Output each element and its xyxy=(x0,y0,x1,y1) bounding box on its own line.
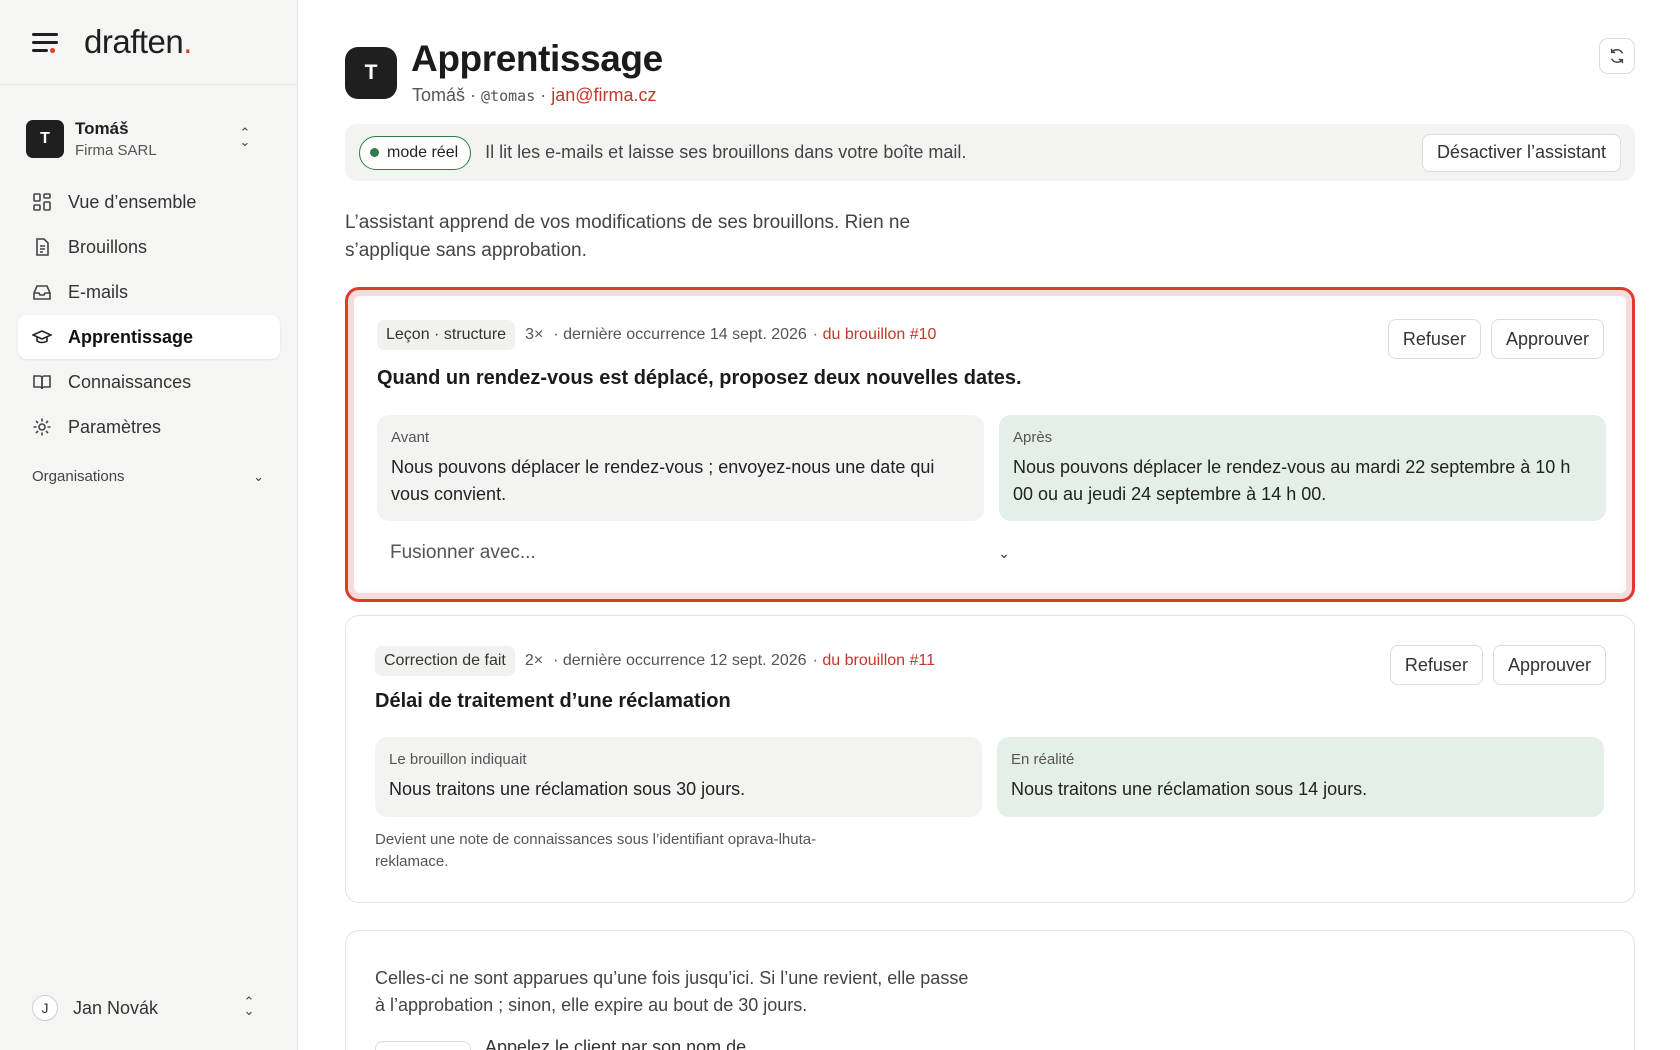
sidebar: draften. T Tomáš Firma SARL ⌃ ⌄ Vue d’ens… xyxy=(0,0,298,1050)
user-menu[interactable]: J Jan Novák ⌃ ⌄ xyxy=(32,993,272,1023)
last-occurrence: · dernière occurrence 12 sept. 2026 xyxy=(553,652,807,669)
account-switcher[interactable]: T Tomáš Firma SARL ⌃ ⌄ xyxy=(26,116,276,162)
sidebar-item-drafts[interactable]: Brouillons xyxy=(18,225,280,269)
pending-lesson-row: Appelez le client par son nom de xyxy=(375,1037,746,1050)
after-text: Nous pouvons déplacer le rendez-vous au … xyxy=(1013,457,1571,504)
source-draft-link[interactable]: · du brouillon #10 xyxy=(813,326,937,344)
status-dot-icon xyxy=(370,148,379,157)
sidebar-item-label: Vue d’ensemble xyxy=(68,191,197,212)
document-icon xyxy=(32,237,52,257)
layout-grid-icon xyxy=(32,192,52,212)
merge-select[interactable]: Fusionner avec... ⌄ xyxy=(390,536,1010,570)
before-label: Le brouillon indiquait xyxy=(389,751,527,768)
main-content: T Apprentissage Tomáš · @tomas · jan@fir… xyxy=(345,0,1635,1050)
organisations-label: Organisations xyxy=(32,468,125,485)
gear-icon xyxy=(32,417,52,437)
lesson-card: Leçon · structure 3× · dernière occurren… xyxy=(345,287,1635,602)
assistant-handle: @tomas xyxy=(481,87,536,105)
sidebar-item-label: Paramètres xyxy=(68,416,162,437)
account-name: Tomáš xyxy=(75,119,129,138)
brand-bar: draften. xyxy=(0,0,297,85)
pending-lessons-card: Celles-ci ne sont apparues qu’une fois j… xyxy=(345,930,1635,1050)
before-box: Avant Nous pouvons déplacer le rendez-vo… xyxy=(377,415,984,521)
after-box: En réalité Nous traitons une réclamation… xyxy=(997,737,1604,817)
assistant-status-bar: mode réel Il lit les e-mails et laisse s… xyxy=(345,124,1635,181)
user-name: Jan Novák xyxy=(73,997,159,1018)
after-text: Nous traitons une réclamation sous 14 jo… xyxy=(1011,779,1368,799)
correction-type-tag: Correction de fait xyxy=(375,646,515,676)
page-title: Apprentissage xyxy=(411,38,663,79)
sidebar-item-label: Brouillons xyxy=(68,236,148,257)
sidebar-item-settings[interactable]: Paramètres xyxy=(18,405,280,449)
sidebar-item-label: Apprentissage xyxy=(68,326,194,347)
assistant-email[interactable]: jan@firma.cz xyxy=(551,85,656,105)
lesson-type-tag: Leçon · structure xyxy=(377,320,516,350)
before-text: Nous pouvons déplacer le rendez-vous ; e… xyxy=(391,457,935,504)
source-draft-link[interactable]: · du brouillon #11 xyxy=(813,652,935,670)
occurrence-count: 3× xyxy=(525,326,544,343)
pending-tag xyxy=(375,1040,471,1050)
lesson-title: Quand un rendez-vous est déplacé, propos… xyxy=(377,367,1022,389)
pending-description: Celles-ci ne sont apparues qu’une fois j… xyxy=(375,968,969,1015)
sidebar-nav: Vue d’ensemble Brouillons E-mails Appren… xyxy=(18,180,280,450)
mode-badge: mode réel xyxy=(359,135,472,170)
menu-icon[interactable] xyxy=(32,31,60,53)
last-occurrence: · dernière occurrence 14 sept. 2026 xyxy=(553,326,807,343)
sidebar-item-overview[interactable]: Vue d’ensemble xyxy=(18,180,280,224)
knowledge-note: Devient une note de connaissances sous l… xyxy=(375,831,817,870)
correction-meta: Correction de fait 2× · dernière occurre… xyxy=(375,646,935,676)
account-avatar: T xyxy=(26,120,64,158)
page-avatar: T xyxy=(345,47,397,99)
approve-button[interactable]: Approuver xyxy=(1490,319,1604,359)
after-label: Après xyxy=(1013,429,1053,446)
before-box: Le brouillon indiquait Nous traitons une… xyxy=(375,737,982,817)
organisations-toggle[interactable]: Organisations ⌄ xyxy=(32,468,264,485)
refresh-button[interactable] xyxy=(1599,38,1635,74)
book-icon xyxy=(32,372,52,392)
approve-button[interactable]: Approuver xyxy=(1492,645,1606,685)
refuse-button[interactable]: Refuser xyxy=(1387,319,1481,359)
merge-select-value: Fusionner avec... xyxy=(390,542,536,563)
occurrence-count: 2× xyxy=(524,652,544,669)
correction-title: Délai de traitement d’une réclamation xyxy=(375,690,731,712)
intro-text: L’assistant apprend de vos modifications… xyxy=(345,212,911,261)
logo: draften. xyxy=(84,23,192,60)
pending-lesson-text: Appelez le client par son nom de xyxy=(485,1037,747,1050)
chevron-up-down-icon: ⌃ ⌄ xyxy=(243,994,255,1018)
refuse-button[interactable]: Refuser xyxy=(1389,645,1483,685)
lesson-meta: Leçon · structure 3× · dernière occurren… xyxy=(377,320,936,350)
page-subtitle: Tomáš · @tomas · jan@firma.cz xyxy=(412,85,657,105)
assistant-name: Tomáš xyxy=(412,85,466,105)
chevron-up-down-icon: ⌃ ⌄ xyxy=(239,125,251,149)
graduation-cap-icon xyxy=(32,327,52,347)
sidebar-item-label: Connaissances xyxy=(68,371,192,392)
inbox-icon xyxy=(32,282,52,302)
sidebar-item-learning[interactable]: Apprentissage xyxy=(18,315,280,359)
after-label: En réalité xyxy=(1011,751,1075,768)
deactivate-assistant-button[interactable]: Désactiver l’assistant xyxy=(1421,133,1621,172)
user-avatar: J xyxy=(32,995,58,1021)
sidebar-item-knowledge[interactable]: Connaissances xyxy=(18,360,280,404)
before-text: Nous traitons une réclamation sous 30 jo… xyxy=(389,779,746,799)
status-description: Il lit les e-mails et laisse ses brouill… xyxy=(485,142,967,162)
chevron-down-icon: ⌄ xyxy=(253,468,264,484)
account-org: Firma SARL xyxy=(75,142,157,159)
after-box: Après Nous pouvons déplacer le rendez-vo… xyxy=(999,415,1606,521)
sidebar-item-emails[interactable]: E-mails xyxy=(18,270,280,314)
refresh-icon xyxy=(1610,48,1624,64)
before-label: Avant xyxy=(391,429,430,446)
sidebar-item-label: E-mails xyxy=(68,281,129,302)
fact-correction-card: Correction de fait 2× · dernière occurre… xyxy=(345,615,1635,903)
chevron-down-icon: ⌄ xyxy=(998,544,1010,561)
